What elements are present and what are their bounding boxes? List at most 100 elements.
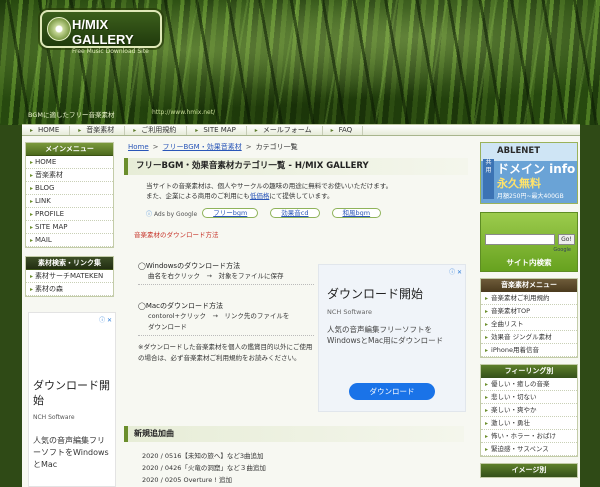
- ablenet-price: 月額250円~最大400GB: [497, 193, 564, 200]
- ad-link-pill[interactable]: 和風bgm: [331, 208, 382, 218]
- main-ad[interactable]: ⓘ ✕ ダウンロード開始 NCH Software 人気の音声編集フリーソフトを…: [318, 264, 466, 412]
- arrow-icon: ▸: [485, 446, 489, 453]
- menu-item-label: HOME: [35, 158, 57, 166]
- music-menu-item[interactable]: ▸ 音楽素材TOP: [481, 305, 577, 318]
- link-item[interactable]: ▸ 素材サーチMATEKEN: [26, 270, 113, 283]
- link-item-label: 素材の森: [35, 285, 64, 293]
- feeling-menu-item[interactable]: ▸ 緊迫感・サスペンス: [481, 443, 577, 456]
- left-sidebar: メインメニュー ▸ HOME ▸ 音楽素材 ▸ BLOG ▸ LINK ▸ PROFILE…: [22, 136, 117, 297]
- feeling-menu-label: 楽しい・爽やか: [491, 406, 537, 414]
- divider: [138, 284, 314, 285]
- arrow-icon: ▸: [485, 308, 489, 315]
- search-go-button[interactable]: Go!: [558, 234, 575, 245]
- windows-howto-head: ◯Windowsのダウンロード方法: [138, 262, 241, 270]
- arrow-icon: ▸: [30, 159, 34, 166]
- feeling-menu-item[interactable]: ▸ 激しい・勇壮: [481, 417, 577, 430]
- top-nav: HOME 音楽素材 ご利用規約 SITE MAP メールフォーム FAQ: [22, 124, 580, 136]
- arrow-icon: ▸: [30, 237, 34, 244]
- ad-download-button[interactable]: ダウンロード: [349, 383, 435, 400]
- download-howto: ◯Windowsのダウンロード方法 曲名を右クリック → 対象をファイルに保存 …: [138, 261, 314, 364]
- site-search-input[interactable]: [485, 234, 555, 245]
- image-menu-box: イメージ別: [480, 463, 578, 478]
- ad-choices-icon[interactable]: ⓘ ✕: [449, 267, 462, 276]
- new-tracks-section: 新規追加曲 2020 / 0516【未知の旅へ】など3曲追加 2020 / 04…: [124, 426, 464, 486]
- main-menu-item[interactable]: ▸ HOME: [26, 156, 113, 169]
- arrow-icon: ▸: [30, 172, 34, 179]
- ad-choices-icon[interactable]: ⓘ ✕: [99, 315, 112, 324]
- feeling-menu-label: 優しい・癒しの音楽: [491, 380, 550, 388]
- feeling-menu-item[interactable]: ▸ 楽しい・爽やか: [481, 404, 577, 417]
- news-item[interactable]: 2020 / 0205 Overture ! 追加: [142, 474, 464, 486]
- main-menu-item[interactable]: ▸ BLOG: [26, 182, 113, 195]
- music-menu-item[interactable]: ▸ 効果音 ジングル素材: [481, 331, 577, 344]
- feeling-menu-label: 悲しい・切ない: [491, 393, 537, 401]
- breadcrumb-home[interactable]: Home: [128, 143, 149, 151]
- download-howto-heading: 音楽素材のダウンロード方法: [134, 231, 219, 239]
- site-search-label: サイト内検索: [506, 258, 552, 267]
- music-menu-label: 音楽素材TOP: [491, 307, 531, 315]
- main-menu-item[interactable]: ▸ SITE MAP: [26, 221, 113, 234]
- right-sidebar: ABLENET 共用 ドメイン info 永久無料 月額250円~最大400GB…: [480, 136, 580, 478]
- music-menu-item[interactable]: ▸ 音楽素材ご利用規約: [481, 292, 577, 305]
- link-item[interactable]: ▸ 素材の森: [26, 283, 113, 296]
- ad-link-pill[interactable]: フリーbgm: [202, 208, 259, 218]
- intro-line-2c: にて提供しています。: [269, 192, 334, 200]
- nav-sitemap[interactable]: SITE MAP: [187, 125, 247, 135]
- breadcrumb-category[interactable]: フリーBGM・効果音素材: [163, 143, 242, 151]
- intro-line-2a: また、企業による商用のご利用にも: [146, 192, 250, 200]
- arrow-icon: ▸: [485, 295, 489, 302]
- main-menu-item[interactable]: ▸ PROFILE: [26, 208, 113, 221]
- nav-music[interactable]: 音楽素材: [70, 125, 126, 135]
- image-menu-title: イメージ別: [481, 464, 577, 477]
- arrow-icon: ▸: [485, 347, 489, 354]
- intro-line-2: また、企業による商用のご利用にも低価格にて提供しています。: [146, 191, 470, 201]
- arrow-icon: ▸: [485, 420, 489, 427]
- ad-link-pill[interactable]: 効果音cd: [270, 208, 320, 218]
- nav-terms[interactable]: ご利用規約: [125, 125, 188, 135]
- music-menu-label: 全曲リスト: [491, 320, 524, 328]
- feeling-menu-item[interactable]: ▸ 優しい・癒しの音楽: [481, 378, 577, 391]
- feeling-menu-box: フィーリング別 ▸ 優しい・癒しの音楽 ▸ 悲しい・切ない ▸ 楽しい・爽やか ▸ 激し…: [480, 364, 578, 457]
- feeling-menu-label: 緊迫感・サスペンス: [491, 445, 549, 453]
- site-logo[interactable]: H/MIX GALLERY Free Music Download Site: [40, 10, 162, 55]
- music-menu-item[interactable]: ▸ iPhone用着信音: [481, 344, 577, 357]
- site-tagline: BGMに適したフリー音楽素材: [28, 111, 115, 119]
- ads-by-label: Ads by Google: [153, 210, 198, 218]
- logo-title: H/MIX GALLERY: [72, 17, 134, 47]
- main-menu-title: メインメニュー: [26, 143, 113, 156]
- intro-text: 当サイトの音楽素材は、個人やサークルの趣味の用途に無料でお使いいただけます。 ま…: [120, 175, 470, 201]
- main-menu-item[interactable]: ▸ LINK: [26, 195, 113, 208]
- news-item[interactable]: 2020 / 0516【未知の旅へ】など3曲追加: [142, 450, 464, 462]
- ablenet-banner[interactable]: ABLENET 共用 ドメイン info 永久無料 月額250円~最大400GB: [480, 142, 578, 204]
- logo-mark-icon: [47, 17, 71, 41]
- site-url: http://www.hmix.net/: [152, 109, 216, 116]
- left-ad[interactable]: ⓘ ✕ ダウンロード開始 NCH Software 人気の音声編集フリーソフトを…: [28, 312, 116, 487]
- main-ad-title: ダウンロード開始: [327, 287, 424, 301]
- arrow-icon: ▸: [30, 198, 34, 205]
- main-menu-item[interactable]: ▸ 音楽素材: [26, 169, 113, 182]
- feeling-menu-item[interactable]: ▸ 悲しい・切ない: [481, 391, 577, 404]
- search-by-google: Google: [553, 247, 571, 253]
- nav-home[interactable]: HOME: [22, 125, 71, 135]
- main-content: Home > フリーBGM・効果音素材 > カテゴリ一覧 フリーBGM・効果音素材カテゴ…: [120, 136, 470, 239]
- news-item[interactable]: 2020 / 0426「火竜の洞窟」など３曲追加: [142, 462, 464, 474]
- menu-item-label: 音楽素材: [35, 171, 64, 179]
- ad-link-row: ⓘ Ads by Google フリーbgm 効果音cd 和風bgm: [146, 207, 470, 219]
- feeling-menu-item[interactable]: ▸ 怖い・ホラー・おばけ: [481, 430, 577, 443]
- divider: [138, 335, 314, 336]
- breadcrumb: Home > フリーBGM・効果音素材 > カテゴリ一覧: [120, 136, 470, 152]
- feeling-menu-label: 怖い・ホラー・おばけ: [491, 432, 557, 440]
- download-note: ※ダウンロードした音楽素材を個人の鑑賞目的以外にご使用の場合は、必ず音楽素材ご利…: [138, 343, 313, 362]
- logo-subtitle: Free Music Download Site: [72, 48, 149, 55]
- mac-howto-line: contorol+クリック → リンク先のファイルを: [148, 312, 290, 320]
- main-menu-item[interactable]: ▸ MAIL: [26, 234, 113, 247]
- nav-mailform[interactable]: メールフォーム: [247, 125, 323, 135]
- nav-faq[interactable]: FAQ: [323, 125, 364, 135]
- music-menu-item[interactable]: ▸ 全曲リスト: [481, 318, 577, 331]
- mac-howto-head: ◯Macのダウンロード方法: [138, 302, 224, 310]
- low-price-link[interactable]: 低価格: [250, 192, 270, 200]
- arrow-icon: ▸: [30, 211, 34, 218]
- arrow-icon: ▸: [485, 321, 489, 328]
- menu-item-label: SITE MAP: [35, 223, 68, 231]
- links-title: 素材検索・リンク集: [26, 257, 113, 270]
